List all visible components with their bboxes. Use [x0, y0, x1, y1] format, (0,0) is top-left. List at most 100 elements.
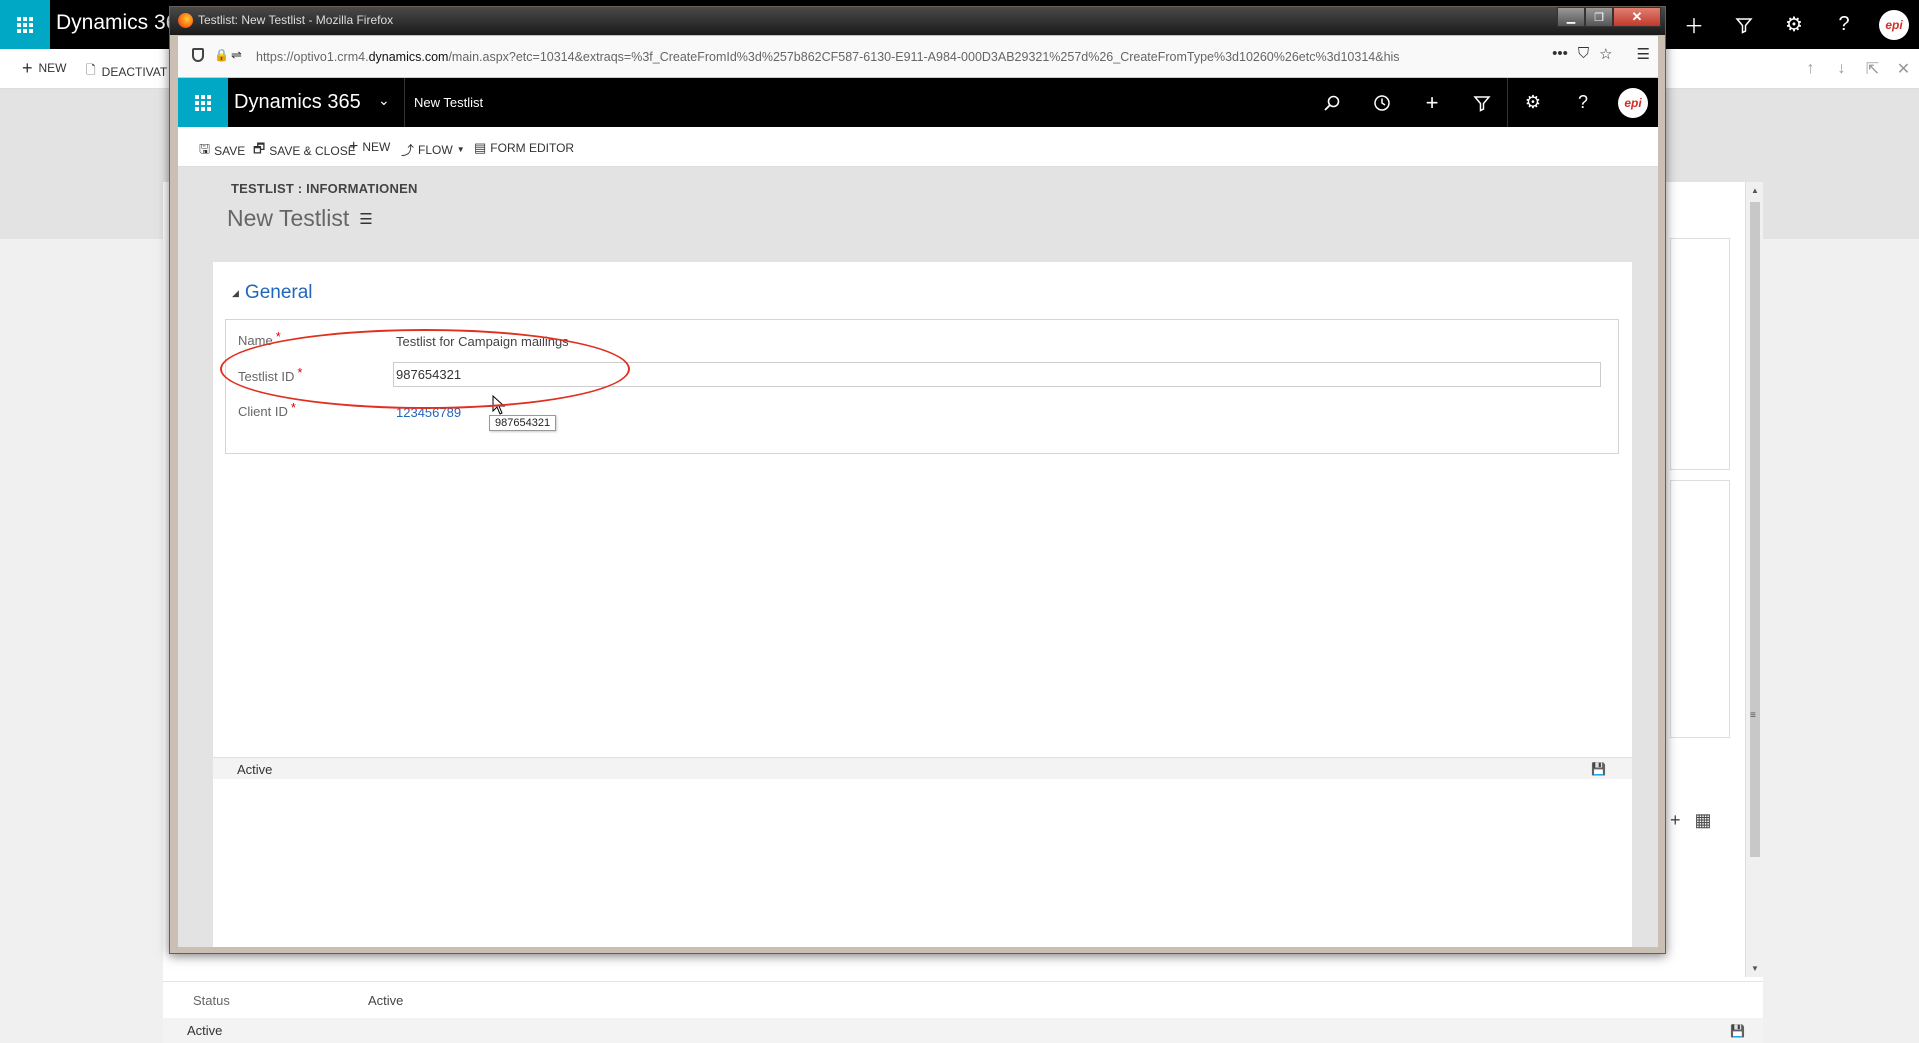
testlist-id-label-text: Testlist ID — [238, 369, 295, 384]
save-icon[interactable]: 💾 — [1591, 762, 1606, 776]
save-close-label: SAVE & CLOSE — [269, 144, 356, 158]
field-row-client-id: Client ID * 123456789 — [238, 397, 1608, 427]
scroll-up-icon[interactable]: ▲ — [1746, 186, 1764, 195]
form-editor-label: FORM EDITOR — [490, 141, 575, 155]
bookmark-star-icon[interactable]: ☆ — [1599, 45, 1612, 63]
app-brand[interactable]: Dynamics 365 — [234, 91, 361, 114]
scroll-down-icon[interactable]: ▼ — [1746, 964, 1764, 973]
grid-icon[interactable]: ▦ — [1695, 810, 1712, 831]
maximize-button[interactable]: ❐ — [1585, 7, 1613, 27]
chevron-down-icon[interactable]: ⌄ — [378, 92, 390, 109]
caret-down-icon: ▼ — [456, 145, 465, 154]
address-bar[interactable]: 🔒 ⇌ https://optivo1.crm4.dynamics.com/ma… — [178, 36, 1658, 78]
form-selector[interactable]: TESTLIST : INFORMATIONEN — [231, 181, 418, 196]
close-button[interactable]: ✕ — [1613, 7, 1661, 27]
window-title-bar[interactable]: Testlist: New Testlist - Mozilla Firefox… — [170, 7, 1665, 35]
document-icon: 🗋 — [86, 63, 96, 77]
testlist-id-input[interactable] — [393, 362, 1601, 387]
background-status-row: Status Active — [163, 981, 1763, 1018]
popout-icon[interactable]: ⇱ — [1857, 59, 1888, 79]
divider — [404, 78, 405, 127]
form-editor-button[interactable]: ▤ FORM EDITOR — [474, 140, 574, 156]
bg-new-button[interactable]: + NEW — [22, 58, 67, 78]
section-header[interactable]: ◢ General — [232, 282, 313, 304]
save-icon: 🖫 — [199, 141, 211, 156]
client-id-link[interactable]: 123456789 — [396, 405, 461, 420]
tooltip: 987654321 — [489, 415, 557, 431]
url-path: /main.aspx?etc=10314&extraqs=%3f_CreateF… — [448, 50, 1400, 64]
hamburger-menu-icon[interactable]: ☰ — [1637, 45, 1650, 63]
required-mark: * — [297, 365, 303, 380]
help-icon[interactable]: ? — [1819, 0, 1869, 49]
gear-icon[interactable]: ⚙ — [1508, 78, 1558, 127]
avatar: epi — [1618, 87, 1648, 118]
avatar: epi — [1879, 9, 1909, 40]
filter-icon[interactable] — [1719, 0, 1769, 49]
bg-deactivate-button[interactable]: 🗋 DEACTIVAT — [86, 61, 167, 82]
url-text[interactable]: https://optivo1.crm4.dynamics.com/main.a… — [256, 50, 1506, 64]
arrow-up-icon[interactable]: ↑ — [1795, 60, 1826, 78]
record-status: Active — [237, 762, 273, 777]
dynamics-nav-bar: Dynamics 365 ⌄ New Testlist + ⚙ ? epi — [178, 78, 1658, 127]
filter-icon[interactable] — [1457, 78, 1507, 127]
flow-icon: ⤴ — [401, 143, 415, 158]
user-avatar[interactable]: epi — [1608, 78, 1658, 127]
plus-icon[interactable]: ＋ — [1669, 0, 1719, 49]
background-brand[interactable]: Dynamics 36 — [56, 11, 177, 35]
name-field[interactable]: Testlist for Campaign mailings — [396, 334, 569, 349]
section-fields: Name * Testlist for Campaign mailings Tes… — [225, 319, 1619, 454]
scroll-thumb[interactable] — [1750, 202, 1760, 857]
save-icon[interactable]: 💾 — [1730, 1024, 1745, 1038]
list-menu-icon[interactable]: ☰ — [359, 210, 372, 228]
form-editor-icon: ▤ — [474, 140, 487, 155]
flow-button[interactable]: ⤴ FLOW ▼ — [401, 140, 465, 159]
shield-icon[interactable] — [192, 48, 204, 62]
close-icon[interactable]: ✕ — [1888, 59, 1919, 79]
permissions-icon[interactable]: ⇌ — [231, 47, 242, 63]
help-icon[interactable]: ? — [1558, 78, 1608, 127]
name-label-text: Name — [238, 333, 273, 348]
user-avatar[interactable]: epi — [1869, 0, 1919, 49]
field-row-testlist-id: Testlist ID * — [238, 362, 1608, 392]
gear-icon[interactable]: ⚙ — [1769, 0, 1819, 49]
client-id-label: Client ID * — [238, 400, 296, 419]
url-domain: dynamics.com — [368, 50, 449, 64]
save-label: SAVE — [214, 144, 246, 158]
app-launcher-button[interactable] — [178, 78, 228, 127]
firefox-window: Testlist: New Testlist - Mozilla Firefox… — [169, 6, 1666, 954]
background-scrollbar[interactable]: ▲ ≡ ▼ — [1745, 182, 1763, 977]
client-id-label-text: Client ID — [238, 404, 288, 419]
page-title: New Testlist — [227, 205, 350, 231]
form-footer: Active 💾 — [213, 757, 1632, 779]
command-bar: 🖫 SAVE 🗗 SAVE & CLOSE + NEW ⤴ FLOW ▼ ▤ F… — [178, 127, 1658, 167]
grip-icon: ≡ — [1750, 710, 1756, 721]
save-and-close-button[interactable]: 🗗 SAVE & CLOSE — [253, 140, 356, 162]
app-launcher-button[interactable] — [0, 0, 50, 49]
history-icon[interactable] — [1357, 78, 1407, 127]
lock-icon[interactable]: 🔒 — [214, 48, 229, 62]
plus-icon: + — [22, 58, 33, 78]
bg-deactivate-label: DEACTIVAT — [101, 64, 168, 79]
collapse-triangle-icon[interactable]: ◢ — [232, 288, 239, 299]
save-button[interactable]: 🖫 SAVE — [199, 140, 245, 162]
new-label: NEW — [362, 140, 391, 154]
waffle-icon — [17, 16, 33, 33]
plus-icon: + — [349, 138, 359, 155]
arrow-down-icon[interactable]: ↓ — [1826, 60, 1857, 78]
flow-label: FLOW — [418, 142, 453, 157]
entity-breadcrumb[interactable]: New Testlist — [414, 95, 483, 110]
plus-icon[interactable]: + — [1407, 78, 1457, 127]
form-section-card: ◢ General Name * Testlist for Campaign ma… — [213, 262, 1632, 947]
new-button[interactable]: + NEW — [349, 138, 391, 155]
minimize-button[interactable]: ▁ — [1557, 7, 1585, 27]
field-row-name: Name * Testlist for Campaign mailings — [238, 326, 1608, 356]
required-mark: * — [275, 329, 281, 344]
add-icon[interactable]: + — [1670, 810, 1681, 831]
pocket-icon[interactable]: ⛉ — [1578, 45, 1589, 63]
more-actions-icon[interactable]: ••• — [1552, 45, 1568, 63]
firefox-icon — [178, 13, 193, 28]
background-panel — [1670, 480, 1730, 738]
search-icon[interactable] — [1307, 78, 1357, 127]
record-title: New Testlist ☰ — [227, 205, 373, 232]
save-close-icon: 🗗 — [253, 141, 266, 156]
